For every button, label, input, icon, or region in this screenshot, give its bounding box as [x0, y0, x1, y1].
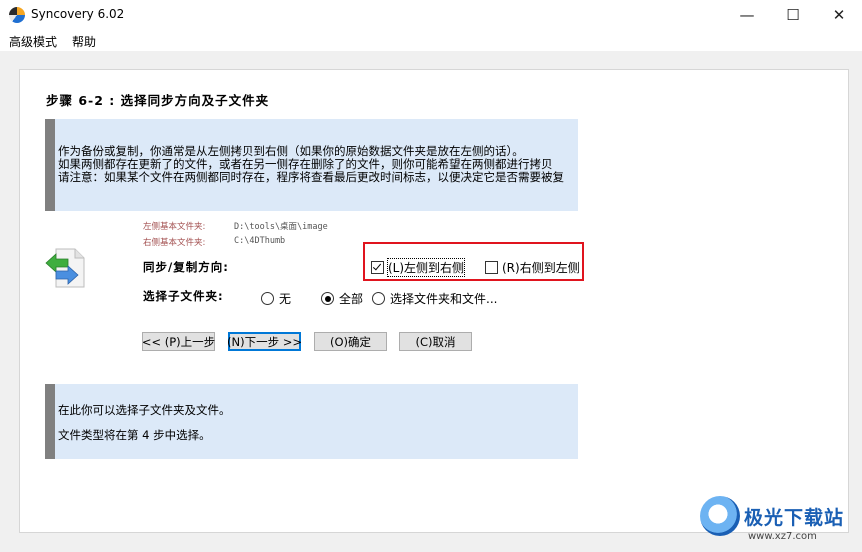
left-to-right-option[interactable]: (L)左侧到右侧: [371, 258, 466, 277]
left-to-right-label[interactable]: (L)左侧到右侧: [386, 258, 466, 277]
title-bar: Syncovery 6.02 — ☐ ✕: [0, 0, 862, 30]
right-base-folder-path: C:\4DThumb: [234, 236, 286, 246]
prev-step-button[interactable]: << (P)上一步: [142, 332, 215, 351]
cancel-button[interactable]: (C)取消: [399, 332, 472, 351]
maximize-button[interactable]: ☐: [770, 0, 816, 30]
sync-direction-icon: [45, 248, 85, 288]
subfolders-none-label[interactable]: 无: [279, 290, 291, 307]
watermark: 极光下载站: [700, 496, 844, 536]
subfolders-select-option[interactable]: 选择文件夹和文件...: [372, 290, 497, 307]
wizard-panel: 步骤 6-2 : 选择同步方向及子文件夹 作为备份或复制，你通常是从左侧拷贝到右…: [19, 69, 849, 533]
subfolders-select-label[interactable]: 选择文件夹和文件...: [390, 290, 497, 307]
close-button[interactable]: ✕: [816, 0, 862, 30]
right-base-folder-label: 右侧基本文件夹:: [143, 238, 206, 248]
watermark-logo-icon: [700, 496, 740, 536]
left-to-right-checkbox[interactable]: [371, 261, 384, 274]
info-line: 请注意：如果某个文件在两侧都同时存在，程序将查看最后更改时间标志，以便决定它是否…: [58, 170, 564, 184]
ok-button[interactable]: (O)确定: [314, 332, 387, 351]
syncovery-app-icon: [9, 7, 25, 23]
menu-bar: 高级模式 帮助: [0, 30, 862, 51]
right-to-left-label[interactable]: (R)右侧到左侧: [502, 259, 580, 276]
info-line: 在此你可以选择子文件夹及文件。: [58, 403, 231, 417]
left-base-folder-path: D:\tools\桌面\image: [234, 222, 328, 232]
subfolders-label: 选择子文件夹:: [143, 289, 224, 303]
subfolders-all-label[interactable]: 全部: [339, 290, 363, 307]
watermark-url: www.xz7.com: [748, 531, 817, 542]
info-line: 文件类型将在第 4 步中选择。: [58, 428, 211, 442]
window-title: Syncovery 6.02: [31, 7, 125, 21]
watermark-text: 极光下载站: [744, 506, 845, 529]
next-step-button[interactable]: (N)下一步 >>: [227, 332, 302, 351]
right-to-left-option[interactable]: (R)右侧到左侧: [485, 259, 580, 276]
menu-help[interactable]: 帮助: [72, 33, 96, 50]
subfolders-select-radio[interactable]: [372, 292, 385, 305]
subfolders-none-option[interactable]: 无: [261, 290, 291, 307]
subfolders-all-radio[interactable]: [321, 292, 334, 305]
info-box-top: 作为备份或复制，你通常是从左侧拷贝到右侧（如果你的原始数据文件夹是放在左侧的话）…: [45, 119, 578, 211]
right-to-left-checkbox[interactable]: [485, 261, 498, 274]
step-title: 步骤 6-2 : 选择同步方向及子文件夹: [46, 93, 270, 108]
menu-advanced-mode[interactable]: 高级模式: [9, 33, 57, 50]
subfolders-all-option[interactable]: 全部: [321, 290, 363, 307]
left-base-folder-label: 左侧基本文件夹:: [143, 222, 206, 232]
subfolders-none-radio[interactable]: [261, 292, 274, 305]
minimize-button[interactable]: —: [724, 0, 770, 30]
client-area: 步骤 6-2 : 选择同步方向及子文件夹 作为备份或复制，你通常是从左侧拷贝到右…: [0, 51, 862, 552]
info-box-bottom: 在此你可以选择子文件夹及文件。 文件类型将在第 4 步中选择。: [45, 384, 578, 459]
sync-direction-label: 同步/复制方向:: [143, 260, 229, 274]
